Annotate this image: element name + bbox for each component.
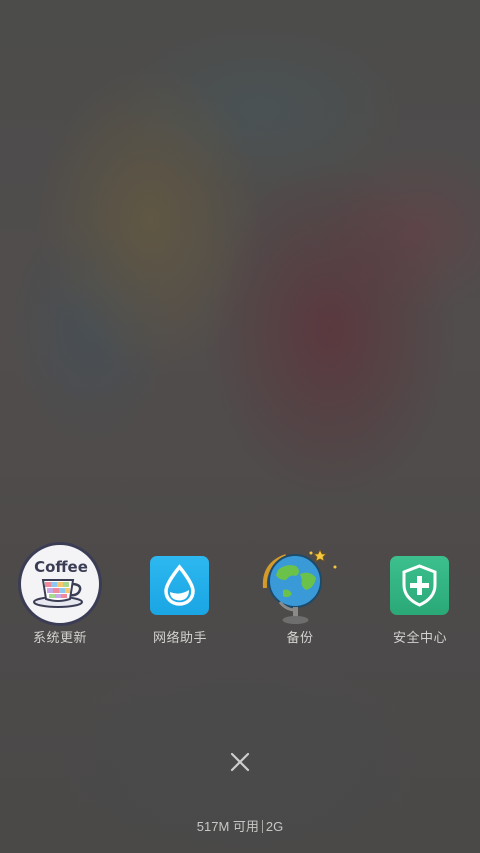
shield-plus-icon	[390, 556, 449, 615]
app-network-assistant[interactable]: 网络助手	[120, 540, 240, 646]
blurred-wallpaper-background	[0, 0, 480, 853]
memory-total: 2G	[265, 819, 284, 834]
coffee-cup-icon: Coffee	[18, 542, 102, 626]
app-system-update[interactable]: Coffee 系统更新	[0, 540, 120, 646]
app-label: 系统更新	[32, 630, 87, 645]
app-security-center[interactable]: 安全中心	[360, 540, 480, 646]
memory-available: 517M 可用	[196, 819, 259, 834]
app-label: 网络助手	[152, 630, 207, 645]
app-label: 备份	[286, 630, 314, 645]
coffee-icon-text: Coffee	[34, 558, 88, 576]
app-label: 安全中心	[392, 630, 447, 645]
close-icon[interactable]	[224, 746, 256, 778]
app-backup[interactable]: 备份	[240, 540, 360, 646]
recent-apps-row: Coffee 系统更新 网络助手 备份 安全中心	[0, 540, 480, 660]
water-drop-icon	[150, 556, 209, 615]
memory-status: 517M 可用 2G	[0, 818, 480, 836]
memory-separator	[261, 820, 263, 833]
globe-icon	[256, 544, 346, 630]
